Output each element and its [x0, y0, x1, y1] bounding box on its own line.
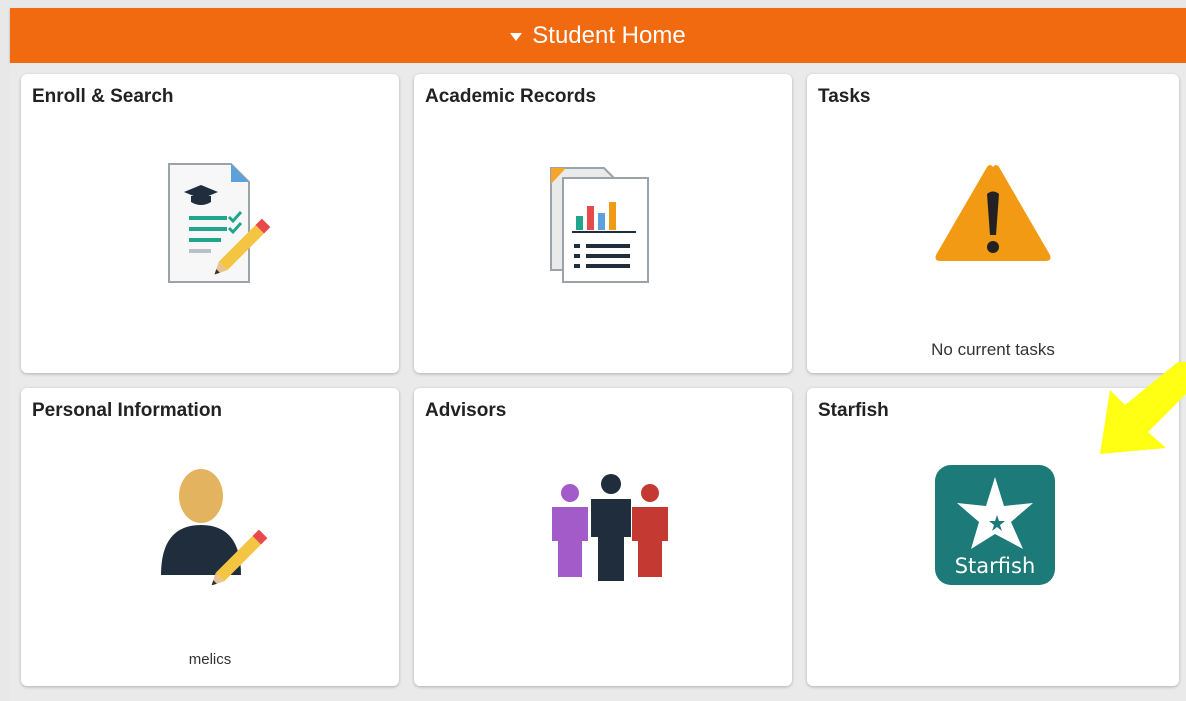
- tile-title: Advisors: [425, 400, 507, 421]
- tile-tasks[interactable]: Tasks No current tasks: [807, 74, 1179, 373]
- tile-title: Academic Records: [425, 86, 597, 107]
- tasks-status-text: No current tasks: [931, 340, 1055, 359]
- collapse-caret-icon: [510, 32, 523, 41]
- tile-enroll-search[interactable]: Enroll & Search: [21, 74, 399, 373]
- tile-title: Enroll & Search: [32, 86, 174, 107]
- yellow-pointer-arrow-icon: [1100, 362, 1186, 454]
- tile-advisors[interactable]: Advisors: [414, 388, 792, 686]
- report-chart-icon: [550, 167, 649, 283]
- student-home-header[interactable]: Student Home: [10, 8, 1186, 63]
- tile-grid: Enroll & Search Academic Records Tasks N…: [10, 63, 1186, 701]
- app-frame: Student Home Enroll & Search Academic Re…: [0, 0, 1186, 701]
- tile-title: Tasks: [818, 86, 871, 107]
- enroll-document-pencil-icon: [168, 163, 271, 283]
- header-title: Student Home: [532, 21, 686, 49]
- warning-triangle-icon: [935, 165, 1051, 261]
- tile-title: Starfish: [818, 400, 889, 421]
- tile-title: Personal Information: [32, 400, 223, 421]
- tile-personal-information[interactable]: Personal Information melics: [21, 388, 399, 686]
- people-group-icon: [552, 474, 668, 581]
- tile-academic-records[interactable]: Academic Records: [414, 74, 792, 373]
- personal-info-username: melics: [188, 651, 232, 668]
- person-edit-icon: [161, 469, 268, 585]
- starfish-logo-icon: Starfish: [935, 465, 1055, 585]
- starfish-logo-text: Starfish: [955, 554, 1036, 578]
